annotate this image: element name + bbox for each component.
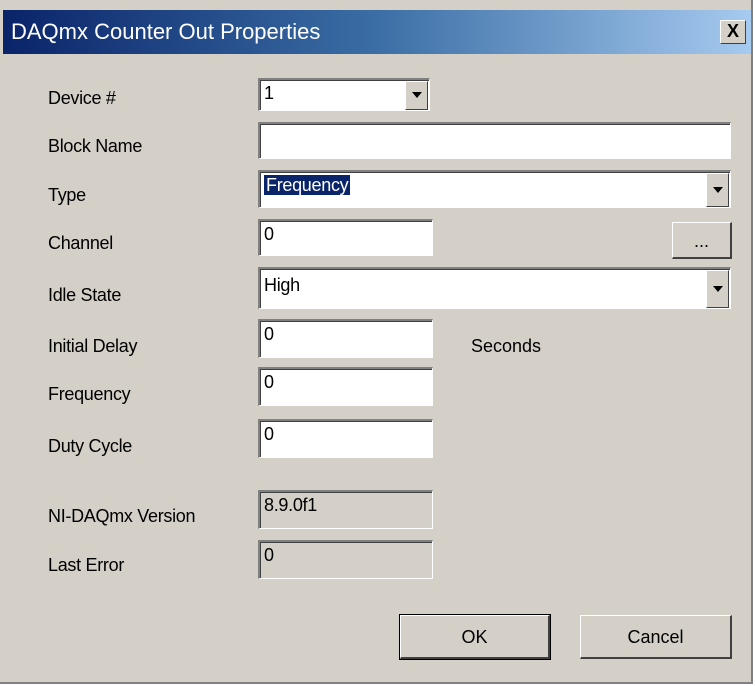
device-dropdown-button[interactable] <box>405 81 428 110</box>
properties-dialog: DAQmx Counter Out Properties X Device # … <box>0 0 753 684</box>
channel-browse-button[interactable]: ... <box>672 222 732 259</box>
block-name-input[interactable] <box>258 122 731 159</box>
close-button[interactable]: X <box>720 20 746 44</box>
duty-cycle-value: 0 <box>264 424 274 444</box>
version-field: 8.9.0f1 <box>258 490 433 529</box>
initial-delay-input[interactable]: 0 <box>258 319 433 358</box>
ok-button-label: OK <box>461 627 488 647</box>
cancel-button-label: Cancel <box>627 627 684 647</box>
initial-delay-unit: Seconds <box>471 336 542 356</box>
window-title: DAQmx Counter Out Properties <box>11 19 321 44</box>
type-dropdown-button[interactable] <box>706 173 729 207</box>
channel-value: 0 <box>264 224 274 244</box>
idle-state-value: High <box>264 275 300 295</box>
version-label: NI-DAQmx Version <box>48 506 196 526</box>
channel-input[interactable]: 0 <box>258 219 433 256</box>
device-select[interactable]: 1 <box>258 78 430 111</box>
frequency-label: Frequency <box>48 384 131 404</box>
last-error-value: 0 <box>264 545 274 565</box>
block-name-label: Block Name <box>48 136 143 156</box>
last-error-label: Last Error <box>48 555 125 575</box>
ok-button[interactable]: OK <box>399 614 551 660</box>
frequency-value: 0 <box>264 372 274 392</box>
chevron-down-icon <box>713 187 723 193</box>
duty-cycle-label: Duty Cycle <box>48 436 133 456</box>
title-bar[interactable]: DAQmx Counter Out Properties X <box>3 10 751 54</box>
idle-state-select[interactable]: High <box>258 267 731 309</box>
type-select[interactable]: Frequency <box>258 170 731 208</box>
frequency-input[interactable]: 0 <box>258 367 433 406</box>
idle-state-label: Idle State <box>48 285 122 305</box>
cancel-button[interactable]: Cancel <box>580 615 732 659</box>
initial-delay-label: Initial Delay <box>48 336 138 356</box>
version-value: 8.9.0f1 <box>264 495 317 515</box>
idle-state-dropdown-button[interactable] <box>706 270 729 308</box>
device-value: 1 <box>264 83 274 103</box>
duty-cycle-input[interactable]: 0 <box>258 419 433 458</box>
ellipsis-icon: ... <box>693 231 709 251</box>
initial-delay-value: 0 <box>264 324 274 344</box>
chevron-down-icon <box>412 92 422 98</box>
type-label: Type <box>48 185 86 205</box>
type-value: Frequency <box>264 175 351 195</box>
chevron-down-icon <box>713 286 723 292</box>
close-icon: X <box>726 21 739 41</box>
device-label: Device # <box>48 88 116 108</box>
last-error-field: 0 <box>258 540 433 579</box>
channel-label: Channel <box>48 233 113 253</box>
